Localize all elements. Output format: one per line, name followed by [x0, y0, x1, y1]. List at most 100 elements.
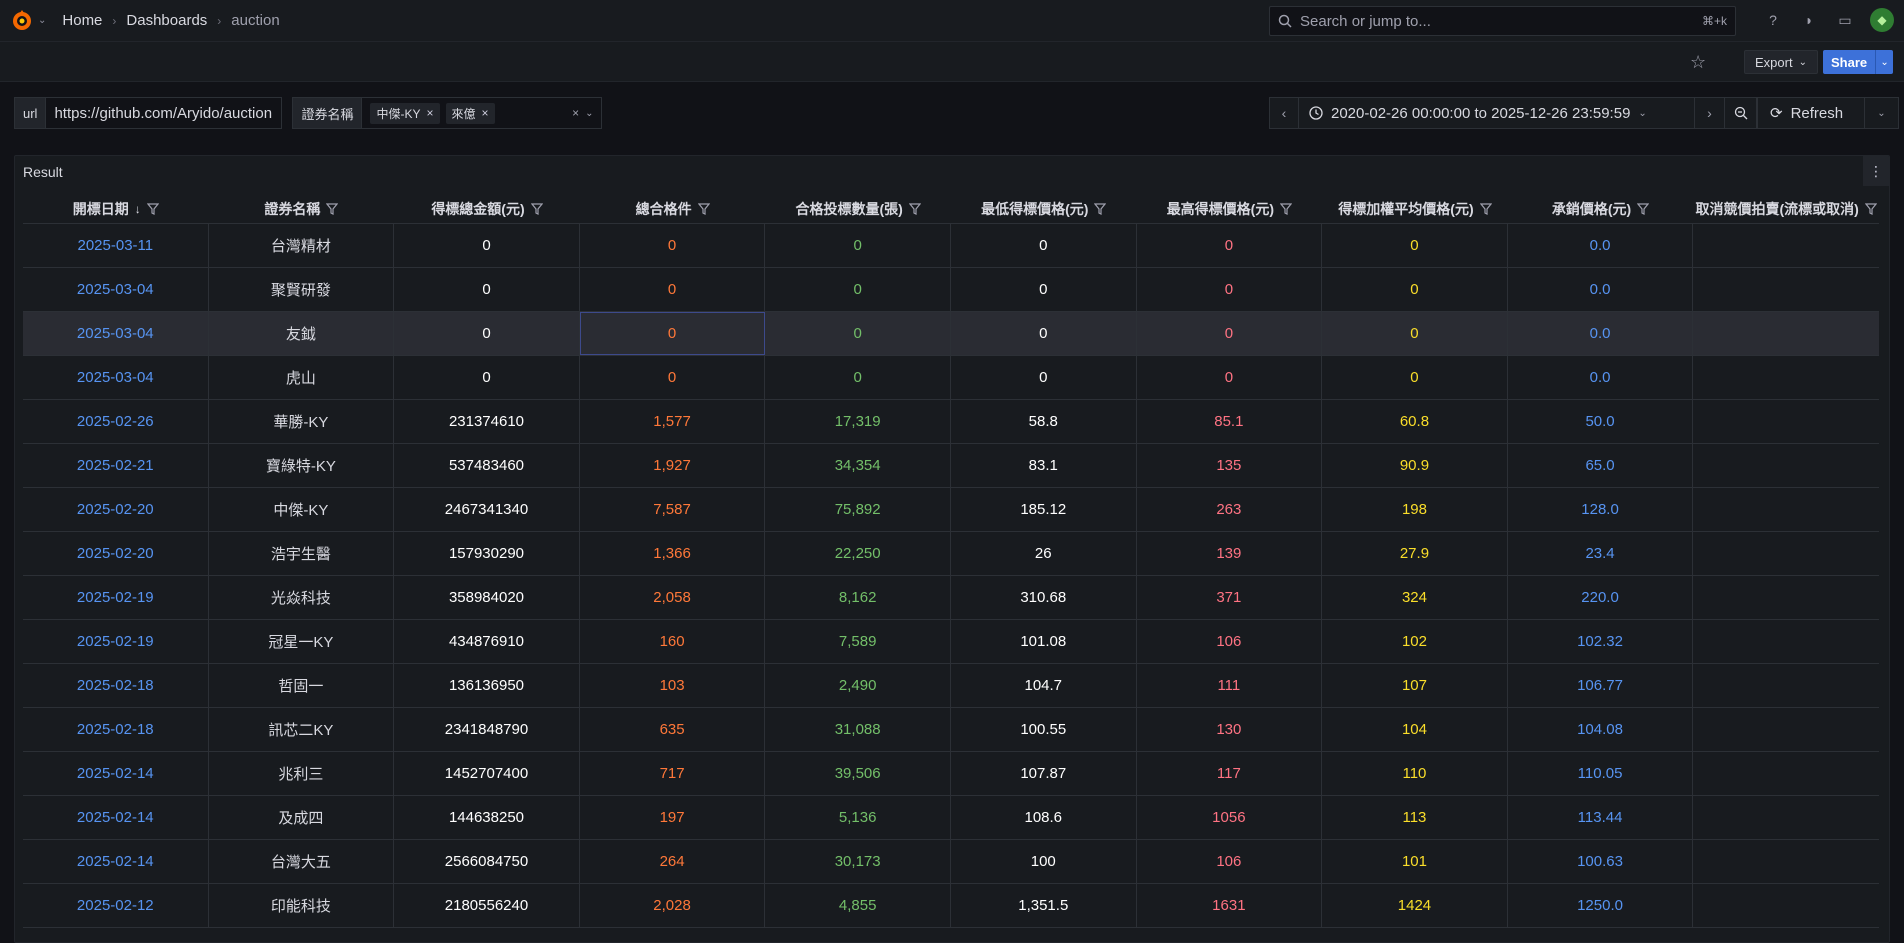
table-row[interactable]: 2025-02-19 光焱科技 358984020 2,058 8,162 310.68 3…: [23, 576, 1879, 620]
cell-total-amount: 1452707400: [394, 752, 580, 795]
time-back-button[interactable]: ‹: [1269, 97, 1299, 129]
cell-open-date[interactable]: 2025-02-18: [23, 708, 209, 751]
export-button[interactable]: Export ⌄: [1744, 50, 1818, 74]
help-icon[interactable]: ?: [1762, 9, 1784, 31]
table-row[interactable]: 2025-03-04 友鉞 0 0 0 0 0 0 0.0: [23, 312, 1879, 356]
cell-open-date[interactable]: 2025-03-04: [23, 356, 209, 399]
table-row[interactable]: 2025-02-14 台灣大五 2566084750 264 30,173 100 106 1…: [23, 840, 1879, 884]
cell-min-price: 83.1: [951, 444, 1137, 487]
column-header-total-amount[interactable]: 得標總金額(元): [394, 194, 580, 223]
refresh-icon: ⟳: [1770, 105, 1783, 122]
cell-open-date[interactable]: 2025-03-04: [23, 312, 209, 355]
chevron-down-icon[interactable]: ⌄: [38, 15, 46, 26]
table-row[interactable]: 2025-02-20 中傑-KY 2467341340 7,587 75,892 185.…: [23, 488, 1879, 532]
filter-icon[interactable]: [1637, 202, 1650, 215]
cell-cancelled: [1693, 664, 1879, 707]
breadcrumb-home[interactable]: Home: [62, 12, 102, 29]
column-header-min-price[interactable]: 最低得標價格(元): [951, 194, 1137, 223]
cell-qualified-count: 2,058: [580, 576, 766, 619]
column-header-max-price[interactable]: 最高得標價格(元): [1137, 194, 1323, 223]
cell-qualified-qty: 0: [765, 224, 951, 267]
close-icon[interactable]: ×: [426, 106, 433, 120]
news-feed-icon[interactable]: ◗: [1798, 9, 1820, 31]
filter-icon[interactable]: [1864, 202, 1877, 215]
table-row[interactable]: 2025-03-04 虎山 0 0 0 0 0 0 0.0: [23, 356, 1879, 400]
table-row[interactable]: 2025-02-14 兆利三 1452707400 717 39,506 107.87 11…: [23, 752, 1879, 796]
cell-open-date[interactable]: 2025-02-20: [23, 532, 209, 575]
cell-cancelled: [1693, 708, 1879, 751]
column-header-avg-price[interactable]: 得標加權平均價格(元): [1322, 194, 1508, 223]
cell-total-amount: 358984020: [394, 576, 580, 619]
filter-icon[interactable]: [326, 202, 339, 215]
filter-icon[interactable]: [908, 202, 921, 215]
cell-cancelled: [1693, 400, 1879, 443]
column-header-qualified-qty[interactable]: 合格投標數量(張): [765, 194, 951, 223]
grafana-logo-icon[interactable]: [10, 9, 34, 33]
cell-max-price: 0: [1137, 312, 1323, 355]
filter-icon[interactable]: [530, 202, 543, 215]
filter-icon[interactable]: [1094, 202, 1107, 215]
cell-open-date[interactable]: 2025-02-14: [23, 796, 209, 839]
column-header-qualified-count[interactable]: 總合格件: [580, 194, 766, 223]
breadcrumb: Home › Dashboards › auction: [62, 12, 279, 29]
sort-desc-icon[interactable]: ↓: [135, 202, 141, 216]
column-header-underwriting-price[interactable]: 承銷價格(元): [1508, 194, 1694, 223]
cell-cancelled: [1693, 488, 1879, 531]
filter-icon[interactable]: [697, 202, 710, 215]
cell-security-name: 寶綠特-KY: [209, 444, 395, 487]
security-variable-select[interactable]: 中傑-KY × 來億 × × ⌄: [362, 97, 603, 129]
clear-icon[interactable]: ×: [572, 106, 579, 120]
star-icon[interactable]: ☆: [1690, 52, 1706, 73]
table-row[interactable]: 2025-03-11 台灣精材 0 0 0 0 0 0 0.0: [23, 224, 1879, 268]
time-range-button[interactable]: 2020-02-26 00:00:00 to 2025-12-26 23:59:…: [1299, 97, 1695, 129]
column-header-label: 開標日期: [72, 200, 129, 217]
cell-open-date[interactable]: 2025-02-14: [23, 840, 209, 883]
table-row[interactable]: 2025-02-14 及成四 144638250 197 5,136 108.6 1056 1…: [23, 796, 1879, 840]
table-row[interactable]: 2025-02-18 訊芯二KY 2341848790 635 31,088 100.55…: [23, 708, 1879, 752]
table-row[interactable]: 2025-02-12 印能科技 2180556240 2,028 4,855 1,351.…: [23, 884, 1879, 928]
zoom-out-button[interactable]: [1725, 97, 1757, 129]
cell-open-date[interactable]: 2025-02-14: [23, 752, 209, 795]
cell-avg-price: 1424: [1322, 884, 1508, 927]
column-header-security-name[interactable]: 證券名稱: [209, 194, 395, 223]
chevron-down-icon[interactable]: ⌄: [585, 108, 593, 119]
cell-open-date[interactable]: 2025-02-20: [23, 488, 209, 531]
table-row[interactable]: 2025-02-26 華勝-KY 231374610 1,577 17,319 58.8 8…: [23, 400, 1879, 444]
refresh-interval-dropdown[interactable]: ⌄: [1865, 97, 1899, 129]
panel-menu-icon[interactable]: ⋮: [1863, 156, 1889, 186]
filter-icon[interactable]: [146, 202, 159, 215]
kiosk-mode-icon[interactable]: ▭: [1834, 9, 1856, 31]
cell-open-date[interactable]: 2025-02-18: [23, 664, 209, 707]
avatar[interactable]: ◆: [1870, 8, 1894, 32]
cell-cancelled: [1693, 532, 1879, 575]
table-row[interactable]: 2025-03-04 聚賢研發 0 0 0 0 0 0 0.0: [23, 268, 1879, 312]
filter-icon[interactable]: [1280, 202, 1293, 215]
table-row[interactable]: 2025-02-20 浩宇生醫 157930290 1,366 22,250 26 139 2…: [23, 532, 1879, 576]
cell-open-date[interactable]: 2025-02-19: [23, 576, 209, 619]
column-header-label: 最高得標價格(元): [1166, 200, 1275, 217]
cell-min-price: 101.08: [951, 620, 1137, 663]
breadcrumb-dashboards[interactable]: Dashboards: [126, 12, 207, 29]
cell-open-date[interactable]: 2025-02-19: [23, 620, 209, 663]
column-header-open-date[interactable]: 開標日期 ↓: [23, 194, 209, 223]
cell-open-date[interactable]: 2025-03-04: [23, 268, 209, 311]
cell-open-date[interactable]: 2025-02-12: [23, 884, 209, 927]
close-icon[interactable]: ×: [482, 106, 489, 120]
share-dropdown-button[interactable]: ⌄: [1875, 50, 1893, 74]
refresh-button[interactable]: ⟳ Refresh: [1757, 97, 1865, 129]
search-input[interactable]: Search or jump to... ⌘+k: [1269, 6, 1736, 36]
cell-open-date[interactable]: 2025-02-21: [23, 444, 209, 487]
breadcrumb-current: auction: [231, 12, 280, 29]
cell-avg-price: 0: [1322, 356, 1508, 399]
share-button[interactable]: Share: [1823, 50, 1876, 74]
table-row[interactable]: 2025-02-18 哲固一 136136950 103 2,490 104.7 111 10…: [23, 664, 1879, 708]
cell-qualified-count: 0: [580, 356, 766, 399]
cell-open-date[interactable]: 2025-03-11: [23, 224, 209, 267]
url-variable-input[interactable]: https://github.com/Aryido/auction: [46, 97, 283, 129]
time-forward-button[interactable]: ›: [1695, 97, 1725, 129]
table-row[interactable]: 2025-02-19 冠星一KY 434876910 160 7,589 101.08 10…: [23, 620, 1879, 664]
filter-icon[interactable]: [1479, 202, 1492, 215]
cell-open-date[interactable]: 2025-02-26: [23, 400, 209, 443]
column-header-cancelled[interactable]: 取消競價拍賣(流標或取消): [1693, 194, 1879, 223]
table-row[interactable]: 2025-02-21 寶綠特-KY 537483460 1,927 34,354 83.1…: [23, 444, 1879, 488]
